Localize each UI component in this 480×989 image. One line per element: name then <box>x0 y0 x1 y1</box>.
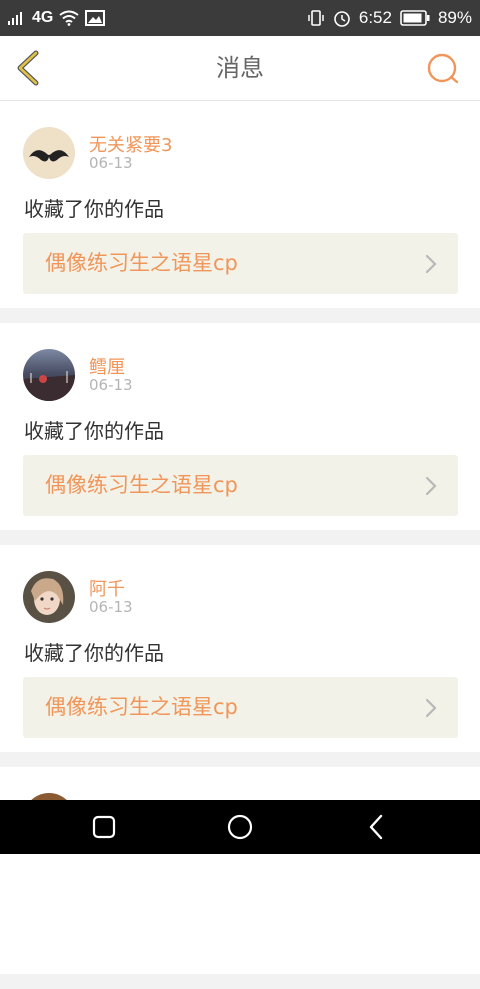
list-item: 无关紧要3 06-13 收藏了你的作品 偶像练习生之语星cp <box>0 101 480 308</box>
chevron-right-icon <box>425 254 437 274</box>
work-link[interactable]: 偶像练习生之语星cp <box>23 233 458 294</box>
page-title: 消息 <box>216 54 264 82</box>
image-icon <box>85 10 106 26</box>
portrait-avatar-image <box>31 578 64 615</box>
list-item: 阿千 06-13 收藏了你的作品 偶像练习生之语星cp <box>0 545 480 752</box>
nav-back-icon[interactable] <box>362 812 392 842</box>
avatar[interactable] <box>23 571 75 623</box>
wifi-icon <box>59 10 79 26</box>
clock: 6:52 <box>358 8 392 27</box>
app-header: 消息 <box>0 36 480 101</box>
vibrate-icon <box>308 10 324 26</box>
work-title: 偶像练习生之语星cp <box>45 251 238 275</box>
avatar[interactable] <box>23 127 75 179</box>
work-title: 偶像练习生之语星cp <box>45 695 238 719</box>
notification-text: 收藏了你的作品 <box>24 419 164 443</box>
recents-icon[interactable] <box>89 812 119 842</box>
work-link[interactable]: 偶像练习生之语星cp <box>23 677 458 738</box>
notification-date: 06-13 <box>89 598 133 616</box>
notification-date: 06-13 <box>89 154 133 172</box>
notification-text: 收藏了你的作品 <box>24 641 164 665</box>
landscape-avatar-image <box>23 371 75 401</box>
list-item: rstar <box>0 767 480 974</box>
home-icon[interactable] <box>225 812 255 842</box>
mustache-avatar-image <box>29 150 69 162</box>
network-type: 4G <box>32 9 54 26</box>
status-bar: 4G 6:52 89% <box>0 0 480 36</box>
battery-icon <box>400 10 430 26</box>
notification-list: 无关紧要3 06-13 收藏了你的作品 偶像练习生之语星cp 鳕厘 06-13 … <box>0 101 480 989</box>
search-icon[interactable] <box>426 52 460 86</box>
work-title: 偶像练习生之语星cp <box>45 473 238 497</box>
notification-date: 06-13 <box>89 376 133 394</box>
system-navigation-bar <box>0 800 480 854</box>
notification-text: 收藏了你的作品 <box>24 197 164 221</box>
work-link[interactable]: 偶像练习生之语星cp <box>23 455 458 516</box>
battery-level: 89% <box>437 8 472 27</box>
list-item: 鳕厘 06-13 收藏了你的作品 偶像练习生之语星cp <box>0 323 480 530</box>
chevron-right-icon <box>425 698 437 718</box>
chevron-right-icon <box>425 476 437 496</box>
signal-icon <box>8 12 22 25</box>
alarm-icon <box>334 11 350 27</box>
avatar[interactable] <box>23 349 75 401</box>
